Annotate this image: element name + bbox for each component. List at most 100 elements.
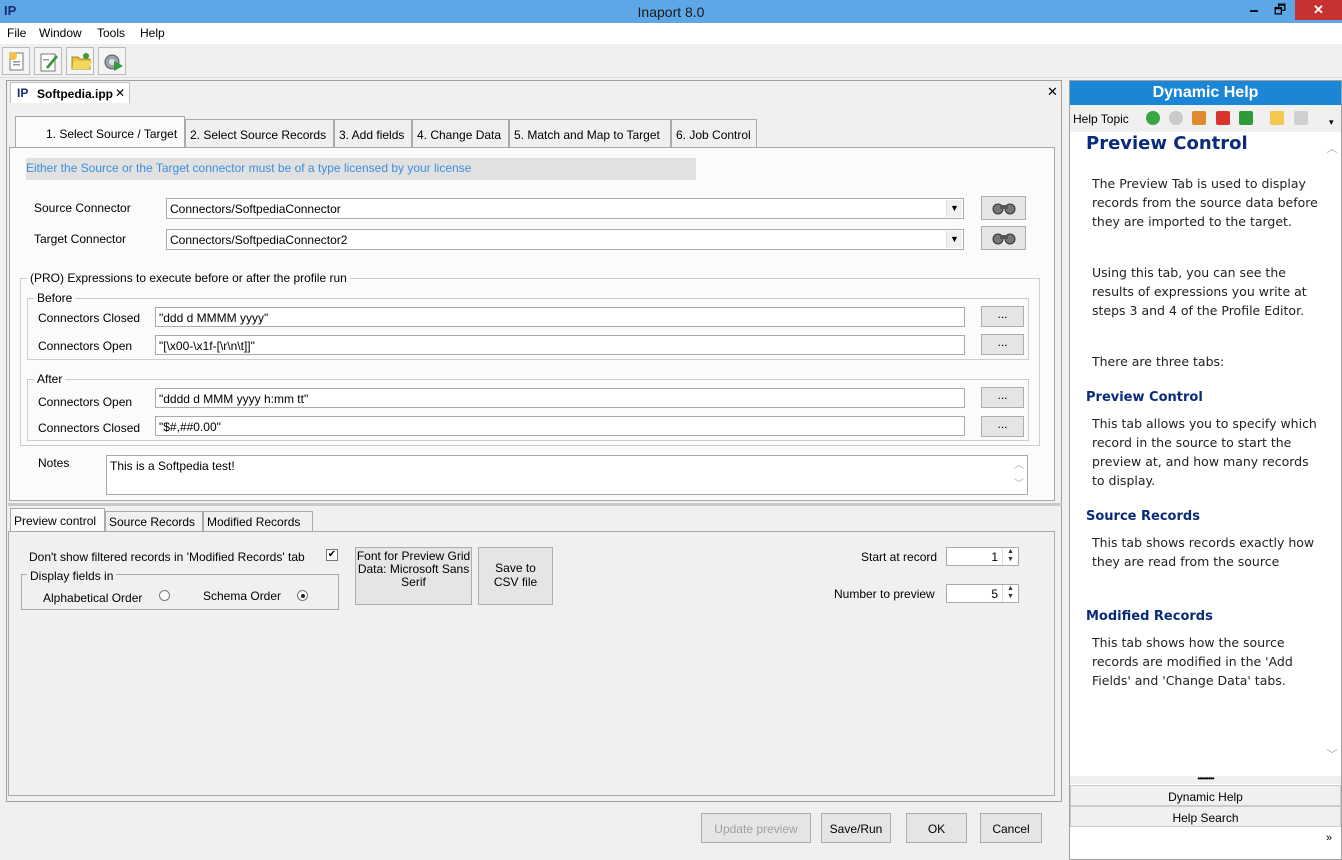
tab-match-and-map[interactable]: 5. Match and Map to Target [509, 119, 671, 147]
schema-order-radio[interactable] [297, 590, 308, 601]
spinner-arrows-icon[interactable]: ▲ ▼ [1002, 585, 1018, 602]
help-paragraph: This tab allows you to specify which rec… [1092, 416, 1317, 488]
dynamic-help-header: Dynamic Help [1070, 81, 1341, 105]
tab-add-fields[interactable]: 3. Add fields [334, 119, 412, 147]
sync-contents-icon[interactable] [1270, 111, 1284, 125]
splitter-grip[interactable]: ••••••••• [1070, 775, 1341, 784]
after-connectors-closed-input[interactable]: "$#,##0.00" [155, 416, 965, 436]
help-paragraph: This tab shows records exactly how they … [1092, 535, 1315, 569]
menu-window[interactable]: Window [39, 26, 82, 40]
tab-select-source-target[interactable]: 1. Select Source / Target [15, 116, 185, 149]
new-profile-button[interactable] [2, 47, 30, 75]
notes-textarea[interactable]: This is a Softpedia test! ︿ ﹀ [106, 455, 1028, 495]
before-open-ellipsis-button[interactable]: ... [981, 334, 1024, 355]
close-window-button[interactable]: ✕ [1295, 0, 1342, 20]
source-connector-label: Source Connector [34, 201, 131, 215]
open-profile-button[interactable] [66, 47, 94, 75]
notes-scrollbar[interactable]: ︿ ﹀ [1011, 456, 1027, 494]
before-connectors-closed-label: Connectors Closed [38, 311, 141, 325]
help-heading-preview-control[interactable]: Preview Control [1086, 388, 1203, 407]
run-settings-button[interactable] [98, 47, 126, 75]
browse-source-button[interactable] [981, 196, 1026, 220]
after-open-ellipsis-button[interactable]: ... [981, 387, 1024, 408]
number-to-preview-value: 5 [991, 587, 998, 601]
help-heading-modified-records[interactable]: Modified Records [1086, 607, 1213, 626]
display-fields-label: Display fields in [27, 569, 117, 583]
after-connectors-open-input[interactable]: "dddd d MMM yyyy h:mm tt" [155, 388, 965, 408]
binoculars-icon [992, 203, 1015, 215]
target-connector-dropdown[interactable]: Connectors/SoftpediaConnector2 ▼ [166, 229, 964, 250]
license-note: Either the Source or the Target connecto… [26, 158, 696, 180]
dont-show-filtered-checkbox[interactable]: ✔ [326, 549, 338, 561]
tab-source-records[interactable]: Source Records [105, 511, 203, 532]
after-closed-ellipsis-button[interactable]: ... [981, 416, 1024, 437]
start-at-record-value: 1 [991, 550, 998, 564]
font-for-preview-button[interactable]: Font for Preview Grid Data: Microsoft Sa… [355, 547, 472, 605]
help-paragraph: Using this tab, you can see the results … [1092, 265, 1307, 318]
menu-file[interactable]: File [7, 26, 26, 40]
notes-value: This is a Softpedia test! [110, 459, 235, 473]
start-at-record-spinner[interactable]: 1 ▲ ▼ [946, 547, 1019, 566]
tab-modified-records[interactable]: Modified Records [203, 511, 313, 532]
source-connector-dropdown[interactable]: Connectors/SoftpediaConnector ▼ [166, 198, 964, 219]
document-tab-close-icon[interactable]: ✕ [115, 86, 125, 100]
alphabetical-order-radio[interactable] [159, 590, 170, 601]
help-paragraph: This tab shows how the source records ar… [1092, 635, 1293, 688]
source-connector-value: Connectors/SoftpediaConnector [170, 202, 341, 216]
target-connector-value: Connectors/SoftpediaConnector2 [170, 233, 348, 247]
settings-gear-icon [104, 54, 123, 71]
number-to-preview-spinner[interactable]: 5 ▲ ▼ [946, 584, 1019, 603]
title-bar: Inaport 8.0 IP 🗕 🗗 ✕ [0, 0, 1342, 23]
tab-select-source-records[interactable]: 2. Select Source Records [185, 119, 334, 147]
browse-target-button[interactable] [981, 226, 1026, 250]
expand-chevron-icon[interactable]: » [1326, 832, 1332, 844]
spinner-arrows-icon[interactable]: ▲ ▼ [1002, 548, 1018, 565]
alphabetical-order-label: Alphabetical Order [43, 591, 143, 605]
forward-icon[interactable] [1169, 111, 1183, 125]
before-connectors-closed-input[interactable]: "ddd d MMMM yyyy" [155, 307, 965, 327]
edit-document-icon [40, 53, 58, 72]
after-connectors-closed-label: Connectors Closed [38, 421, 141, 435]
after-connectors-open-label: Connectors Open [38, 395, 133, 409]
refresh-icon[interactable] [1239, 111, 1253, 125]
before-connectors-open-input[interactable]: "[\x00-\x1f-[\r\n\t]]" [155, 335, 965, 355]
splitter[interactable] [8, 503, 1062, 506]
print-icon[interactable] [1294, 111, 1308, 125]
restore-button[interactable]: 🗗 [1266, 0, 1294, 20]
minimize-button[interactable]: 🗕 [1240, 0, 1268, 20]
back-icon[interactable] [1146, 111, 1160, 125]
tab-help-search[interactable]: Help Search [1070, 806, 1341, 827]
help-heading-source-records[interactable]: Source Records [1086, 507, 1200, 526]
help-toolbar: Help Topic ▾ [1070, 105, 1341, 132]
help-scrollbar[interactable]: ︿ ﹀ [1324, 140, 1340, 770]
stop-icon[interactable] [1216, 111, 1230, 125]
tab-preview-control[interactable]: Preview control [10, 508, 105, 533]
cancel-button[interactable]: Cancel [980, 813, 1042, 843]
document-tab[interactable]: IP Softpedia.ipp ✕ [10, 82, 130, 103]
window-title: Inaport 8.0 [637, 4, 705, 20]
menu-bar: File Window Tools Help [0, 23, 1342, 44]
before-label: Before [34, 291, 76, 305]
before-closed-ellipsis-button[interactable]: ... [981, 306, 1024, 327]
open-folder-icon [71, 53, 92, 70]
binoculars-icon [992, 233, 1015, 245]
ok-button[interactable]: OK [906, 813, 967, 843]
before-connectors-open-label: Connectors Open [38, 339, 133, 353]
number-to-preview-label: Number to preview [834, 587, 935, 601]
edit-profile-button[interactable] [34, 47, 62, 75]
help-paragraph: The Preview Tab is used to display recor… [1092, 176, 1318, 229]
dont-show-filtered-label: Don't show filtered records in 'Modified… [29, 550, 305, 564]
help-title: Preview Control [1086, 133, 1248, 154]
tab-change-data[interactable]: 4. Change Data [412, 119, 509, 147]
tab-job-control[interactable]: 6. Job Control [671, 119, 757, 147]
menu-help[interactable]: Help [140, 26, 165, 40]
save-to-csv-button[interactable]: Save to CSV file [478, 547, 553, 605]
save-run-button[interactable]: Save/Run [821, 813, 891, 843]
panel-close-icon[interactable]: ✕ [1047, 84, 1058, 100]
tab-dynamic-help[interactable]: Dynamic Help [1070, 785, 1341, 806]
toolbar-overflow-icon[interactable]: ▾ [1329, 117, 1334, 128]
home-icon[interactable] [1192, 111, 1206, 125]
update-preview-button[interactable]: Update preview [701, 813, 811, 843]
menu-tools[interactable]: Tools [97, 26, 125, 40]
schema-order-label: Schema Order [203, 589, 282, 603]
